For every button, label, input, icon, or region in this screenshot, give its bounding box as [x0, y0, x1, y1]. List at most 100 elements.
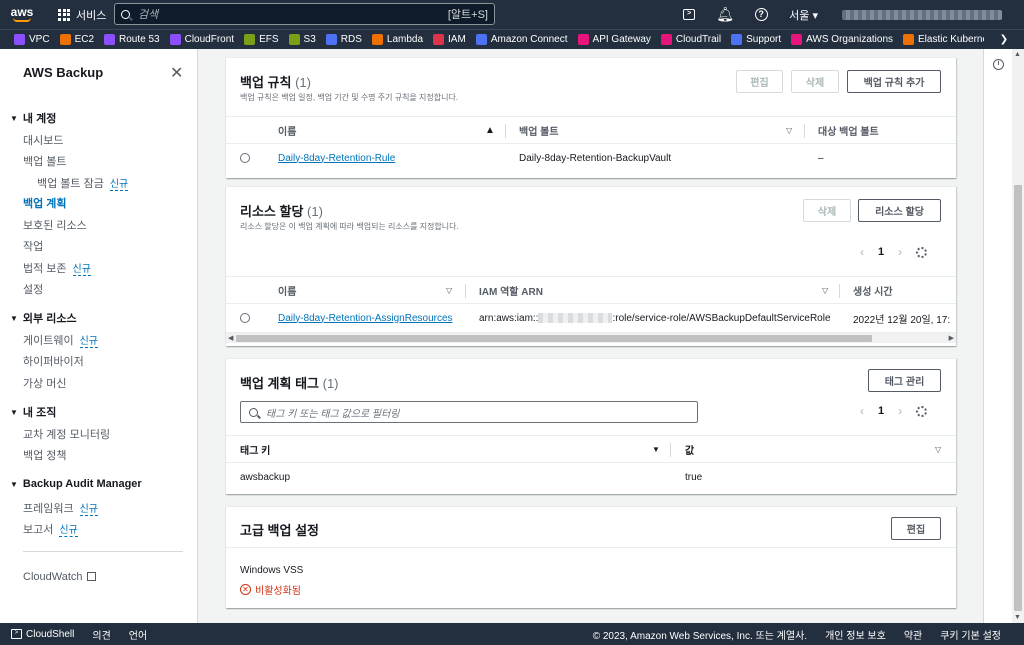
- sort-ascending-icon[interactable]: ▲: [485, 117, 495, 143]
- feedback-link[interactable]: 의견: [92, 627, 110, 642]
- services-menu-button[interactable]: 서비스: [58, 7, 106, 23]
- sidebar-item-gateway[interactable]: 게이트웨이 신규: [23, 332, 99, 348]
- column-header-target-vault[interactable]: 대상 백업 볼트: [818, 117, 879, 143]
- row-radio[interactable]: [240, 144, 250, 172]
- next-page-icon[interactable]: ›: [898, 404, 902, 418]
- favorite-ec2[interactable]: EC2: [59, 34, 94, 45]
- scroll-left-icon[interactable]: ◀: [228, 333, 233, 344]
- favorites-scroll-right-button[interactable]: ❯: [984, 30, 1024, 49]
- aws-logo[interactable]: aws: [0, 0, 44, 29]
- region-selector[interactable]: 서울 ▾: [789, 7, 818, 23]
- sidebar-item-virtual-machines[interactable]: 가상 머신: [23, 375, 67, 391]
- sidebar-item-frameworks[interactable]: 프레임워크 신규: [23, 500, 99, 516]
- delete-rule-button[interactable]: 삭제: [791, 70, 839, 93]
- column-header-tag-key[interactable]: 태그 키: [240, 436, 270, 462]
- sidebar-item-protected-resources[interactable]: 보호된 리소스: [23, 217, 87, 233]
- settings-gear-icon[interactable]: [916, 246, 928, 258]
- cookie-preferences-link[interactable]: 쿠키 기본 설정: [940, 627, 1001, 642]
- sidebar-item-backup-vault[interactable]: 백업 볼트: [23, 153, 67, 169]
- favorite-s3[interactable]: S3: [288, 34, 316, 45]
- edit-advanced-settings-button[interactable]: 편집: [891, 517, 941, 540]
- scrollbar-thumb[interactable]: [236, 335, 872, 342]
- panel-count: (1): [322, 376, 339, 391]
- services-label: 서비스: [76, 9, 107, 22]
- rule-name-link[interactable]: Daily-8day-Retention-Rule: [278, 144, 395, 172]
- previous-page-icon[interactable]: ‹: [860, 404, 864, 418]
- edit-rule-button[interactable]: 편집: [736, 70, 783, 93]
- sort-icon[interactable]: ▽: [446, 277, 452, 303]
- vertical-scrollbar[interactable]: ▲ ▼: [1012, 49, 1024, 623]
- favorite-lambda[interactable]: Lambda: [371, 34, 423, 45]
- sidebar-item-dashboard[interactable]: 대시보드: [23, 132, 63, 148]
- section-label: Backup Audit Manager: [22, 478, 142, 490]
- table-header: 이름 ▲ 백업 볼트 ▽ 대상 백업 볼트: [226, 116, 956, 144]
- sidebar-item-cross-account-monitoring[interactable]: 교차 계정 모니터링: [23, 426, 110, 442]
- favorite-amazon-connect[interactable]: Amazon Connect: [475, 34, 568, 45]
- search-placeholder: 검색: [138, 9, 159, 21]
- column-divider: [839, 284, 840, 298]
- sidebar-item-jobs[interactable]: 작업: [23, 238, 43, 254]
- cloudshell-footer-button[interactable]: > CloudShell: [11, 629, 74, 640]
- favorite-iam[interactable]: IAM: [433, 34, 466, 45]
- delete-assignment-button[interactable]: 삭제: [803, 199, 851, 222]
- column-header-name[interactable]: 이름: [278, 277, 296, 303]
- favorite-cloudtrail[interactable]: CloudTrail: [660, 34, 721, 45]
- help-button[interactable]: ?: [743, 0, 779, 29]
- scroll-down-icon[interactable]: ▼: [1014, 614, 1021, 621]
- favorite-organizations[interactable]: AWS Organizations: [791, 34, 893, 45]
- favorite-route53[interactable]: Route 53: [104, 34, 160, 45]
- sidebar-item-legal-hold[interactable]: 법적 보존 신규: [23, 260, 91, 276]
- language-link[interactable]: 언어: [129, 627, 147, 642]
- settings-gear-icon[interactable]: [916, 405, 928, 417]
- favorite-rds[interactable]: RDS: [325, 34, 362, 45]
- horizontal-scrollbar[interactable]: ◀ ▶: [226, 332, 956, 343]
- manage-tags-button[interactable]: 태그 관리: [868, 369, 941, 392]
- scroll-right-icon[interactable]: ▶: [949, 333, 954, 344]
- account-menu-redacted[interactable]: [842, 9, 1002, 20]
- column-header-vault[interactable]: 백업 볼트: [519, 117, 559, 143]
- column-header-name[interactable]: 이름: [278, 117, 296, 143]
- privacy-link[interactable]: 개인 정보 보호: [825, 627, 886, 642]
- sort-icon[interactable]: ▽: [822, 277, 828, 303]
- previous-page-icon[interactable]: ‹: [860, 245, 864, 259]
- assign-resources-button[interactable]: 리소스 할당: [858, 199, 941, 222]
- current-page[interactable]: 1: [878, 405, 884, 417]
- section-external-resources[interactable]: ▼ 외부 리소스: [10, 310, 77, 326]
- column-header-created[interactable]: 생성 시간: [853, 277, 893, 303]
- favorite-api-gateway[interactable]: API Gateway: [577, 34, 651, 45]
- add-backup-rule-button[interactable]: 백업 규칙 추가: [847, 70, 941, 93]
- sidebar-item-backup-plan[interactable]: 백업 계획: [23, 195, 67, 211]
- close-sidebar-icon[interactable]: ✕: [170, 63, 183, 83]
- current-page[interactable]: 1: [878, 246, 884, 258]
- sidebar-item-hypervisor[interactable]: 하이퍼바이저: [23, 353, 84, 369]
- column-header-iam-role[interactable]: IAM 역할 ARN: [479, 277, 543, 303]
- scrollbar-thumb[interactable]: [1014, 185, 1022, 611]
- sidebar-item-cloudwatch[interactable]: CloudWatch: [23, 571, 96, 583]
- section-my-organization[interactable]: ▼ 내 조직: [10, 404, 56, 420]
- favorite-support[interactable]: Support: [731, 34, 781, 45]
- next-page-icon[interactable]: ›: [898, 245, 902, 259]
- assignment-name-link[interactable]: Daily-8day-Retention-AssignResources: [278, 304, 453, 332]
- favorite-vpc[interactable]: VPC: [14, 34, 50, 45]
- scroll-up-icon[interactable]: ▲: [1014, 51, 1021, 58]
- favorite-cloudfront[interactable]: CloudFront: [169, 34, 234, 45]
- sort-icon[interactable]: ▽: [935, 436, 941, 462]
- sort-descending-icon[interactable]: ▼: [652, 436, 660, 462]
- sidebar-item-reports[interactable]: 보고서 신규: [23, 521, 78, 537]
- cloudshell-button[interactable]: >: [671, 0, 707, 29]
- info-icon[interactable]: i: [993, 59, 1004, 70]
- row-radio[interactable]: [240, 304, 250, 332]
- sidebar-item-settings[interactable]: 설정: [23, 281, 43, 297]
- section-audit-manager[interactable]: ▼ Backup Audit Manager: [10, 478, 142, 490]
- favorite-efs[interactable]: EFS: [244, 34, 279, 45]
- terms-link[interactable]: 약관: [904, 627, 922, 642]
- column-header-value[interactable]: 값: [685, 436, 694, 462]
- search-input[interactable]: 검색 [알트+S]: [114, 3, 495, 25]
- sidebar-title[interactable]: AWS Backup: [23, 65, 103, 80]
- tag-filter-input[interactable]: 태그 키 또는 태그 값으로 필터링: [240, 401, 698, 423]
- sidebar-item-backup-policies[interactable]: 백업 정책: [23, 447, 67, 463]
- sidebar-item-vault-lock[interactable]: 백업 볼트 잠금 신규: [37, 175, 129, 191]
- section-my-account[interactable]: ▼ 내 계정: [10, 110, 56, 126]
- sort-icon[interactable]: ▽: [786, 117, 792, 143]
- notifications-button[interactable]: 🔔︎: [707, 0, 743, 29]
